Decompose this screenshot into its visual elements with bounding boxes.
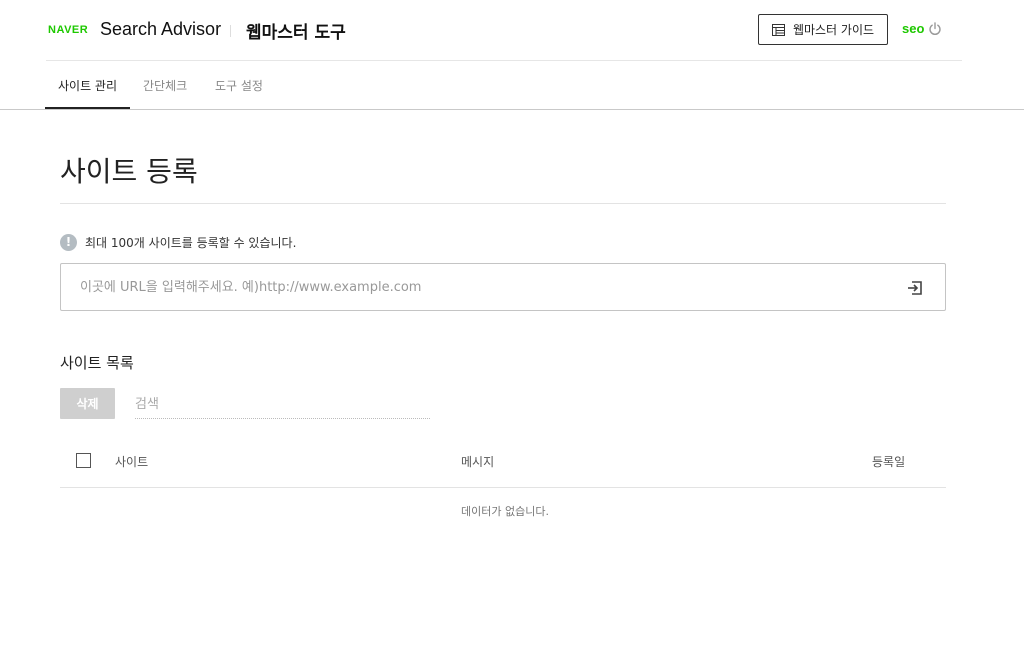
column-registered-date[interactable]: 등록일 [872, 453, 905, 470]
search-advisor-title[interactable]: Search Advisor [100, 19, 221, 40]
column-site[interactable]: 사이트 [115, 453, 148, 470]
tab-tool-settings[interactable]: 도구 설정 [215, 77, 263, 94]
enter-icon[interactable] [905, 278, 925, 298]
webmaster-guide-label: 웹마스터 가이드 [792, 23, 875, 37]
info-notice: ! 최대 100개 사이트를 등록할 수 있습니다. [60, 233, 296, 251]
url-input-box [60, 263, 946, 311]
url-input[interactable] [80, 264, 880, 310]
webmaster-tool-title[interactable]: 웹마스터 도구 [246, 18, 346, 43]
delete-button[interactable]: 삭제 [60, 388, 115, 419]
column-message[interactable]: 메시지 [461, 453, 494, 470]
title-divider [60, 203, 946, 204]
brand-divider [230, 25, 231, 37]
document-list-icon [771, 23, 785, 36]
search-input[interactable] [135, 391, 430, 419]
webmaster-guide-button[interactable]: 웹마스터 가이드 [758, 14, 888, 45]
header: NAVER Search Advisor 웹마스터 도구 웹마스터 가이드 se… [0, 0, 1024, 61]
page-title: 사이트 등록 [60, 155, 198, 188]
exclamation-circle-icon: ! [60, 233, 77, 251]
header-bar: NAVER Search Advisor 웹마스터 도구 웹마스터 가이드 se… [46, 0, 962, 61]
tab-bar: 사이트 관리 간단체크 도구 설정 [0, 61, 1024, 110]
info-text: 최대 100개 사이트를 등록할 수 있습니다. [85, 235, 297, 250]
tab-quick-check[interactable]: 간단체크 [143, 77, 187, 94]
empty-table-message: 데이터가 없습니다. [461, 505, 549, 518]
table-header: 사이트 메시지 등록일 [60, 438, 946, 488]
site-list-title: 사이트 목록 [60, 354, 134, 372]
naver-logo[interactable]: NAVER [48, 24, 88, 36]
tab-site-management[interactable]: 사이트 관리 [58, 77, 117, 94]
select-all-checkbox[interactable] [76, 453, 91, 468]
power-icon[interactable] [928, 22, 942, 36]
active-tab-indicator [45, 107, 130, 109]
user-name: seo [902, 21, 925, 36]
